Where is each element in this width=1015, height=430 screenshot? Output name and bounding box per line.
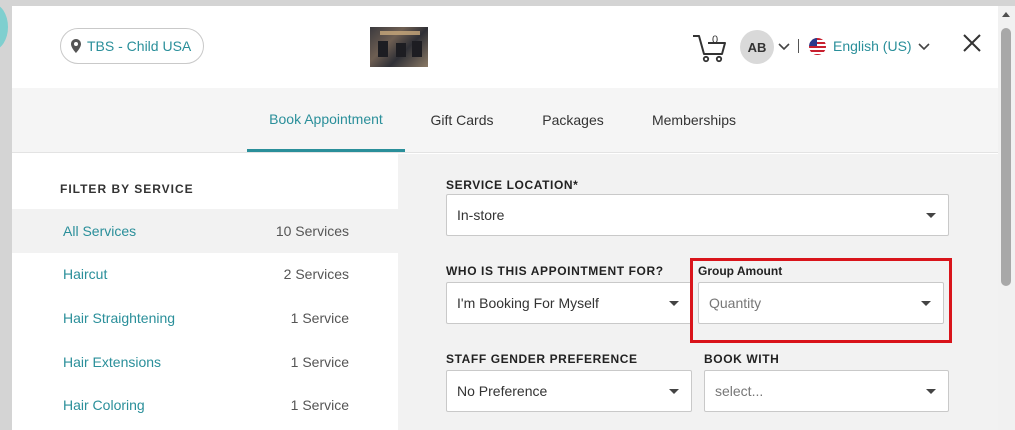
service-location-value: In-store bbox=[457, 207, 505, 223]
caret-down-icon bbox=[669, 301, 679, 306]
scrollbar-thumb[interactable] bbox=[1001, 28, 1011, 286]
caret-down-icon bbox=[669, 389, 679, 394]
service-name: Haircut bbox=[63, 266, 108, 282]
highlight-box bbox=[690, 258, 952, 343]
tab-memberships[interactable]: Memberships bbox=[640, 88, 748, 152]
staff-gender-label: STAFF GENDER PREFERENCE bbox=[446, 352, 638, 366]
service-name: Hair Coloring bbox=[63, 397, 145, 413]
book-with-placeholder: select... bbox=[715, 383, 764, 399]
staff-gender-select[interactable]: No Preference bbox=[446, 370, 692, 412]
caret-down-icon bbox=[926, 389, 936, 394]
filter-title: FILTER BY SERVICE bbox=[60, 182, 194, 196]
staff-gender-value: No Preference bbox=[457, 383, 548, 399]
tab-book-appointment[interactable]: Book Appointment bbox=[247, 88, 405, 152]
caret-down-icon bbox=[926, 213, 936, 218]
appointment-for-label: WHO IS THIS APPOINTMENT FOR? bbox=[446, 264, 664, 278]
tab-bar: Book Appointment Gift Cards Packages Mem… bbox=[12, 88, 998, 153]
appointment-for-select[interactable]: I'm Booking For Myself bbox=[446, 282, 692, 324]
service-name: All Services bbox=[63, 223, 137, 239]
map-pin-icon bbox=[71, 39, 81, 53]
modal-header: TBS - Child USA 0 AB English (US) bbox=[12, 6, 998, 88]
sidebar-item-hair-extensions[interactable]: Hair Extensions 1 Service bbox=[12, 340, 398, 384]
sidebar-item-hair-straightening[interactable]: Hair Straightening 1 Service bbox=[12, 296, 398, 340]
location-label: TBS - Child USA bbox=[87, 38, 192, 54]
close-icon[interactable] bbox=[962, 33, 982, 53]
sidebar-item-all-services[interactable]: All Services 10 Services bbox=[12, 209, 398, 253]
service-count: 1 Service bbox=[290, 310, 349, 326]
service-location-select[interactable]: In-store bbox=[446, 194, 949, 236]
service-count: 2 Services bbox=[283, 266, 349, 282]
sidebar-item-haircut[interactable]: Haircut 2 Services bbox=[12, 252, 398, 296]
booking-form: SERVICE LOCATION* In-store WHO IS THIS A… bbox=[398, 154, 998, 430]
chevron-down-icon[interactable] bbox=[778, 43, 790, 51]
tab-gift-cards[interactable]: Gift Cards bbox=[417, 88, 507, 152]
sidebar-item-hair-coloring[interactable]: Hair Coloring 1 Service bbox=[12, 383, 398, 427]
service-filter-sidebar: FILTER BY SERVICE All Services 10 Servic… bbox=[12, 154, 398, 430]
salon-logo-image bbox=[370, 27, 428, 67]
header-divider bbox=[798, 39, 799, 53]
us-flag-icon bbox=[809, 38, 826, 55]
location-selector[interactable]: TBS - Child USA bbox=[60, 28, 205, 64]
user-avatar[interactable]: AB bbox=[740, 30, 774, 64]
tab-packages[interactable]: Packages bbox=[532, 88, 614, 152]
service-count: 1 Service bbox=[290, 354, 349, 370]
language-selector[interactable]: English (US) bbox=[833, 38, 912, 54]
service-name: Hair Straightening bbox=[63, 310, 176, 326]
service-count: 10 Services bbox=[275, 223, 349, 239]
vertical-scrollbar[interactable] bbox=[998, 6, 1015, 430]
book-with-label: BOOK WITH bbox=[704, 352, 780, 366]
service-name: Hair Extensions bbox=[63, 354, 162, 370]
booking-modal: TBS - Child USA 0 AB English (US) Book A… bbox=[12, 6, 998, 430]
appointment-for-value: I'm Booking For Myself bbox=[457, 295, 599, 311]
cart-count-badge: 0 bbox=[712, 34, 719, 46]
background-decoration bbox=[0, 4, 8, 50]
cart-icon bbox=[693, 35, 726, 63]
scroll-up-arrow-icon[interactable] bbox=[1002, 12, 1010, 17]
cart-button[interactable]: 0 bbox=[692, 30, 728, 64]
service-count: 1 Service bbox=[290, 397, 349, 413]
service-location-label: SERVICE LOCATION* bbox=[446, 178, 579, 192]
chevron-down-icon[interactable] bbox=[918, 43, 930, 51]
book-with-select[interactable]: select... bbox=[704, 370, 949, 412]
